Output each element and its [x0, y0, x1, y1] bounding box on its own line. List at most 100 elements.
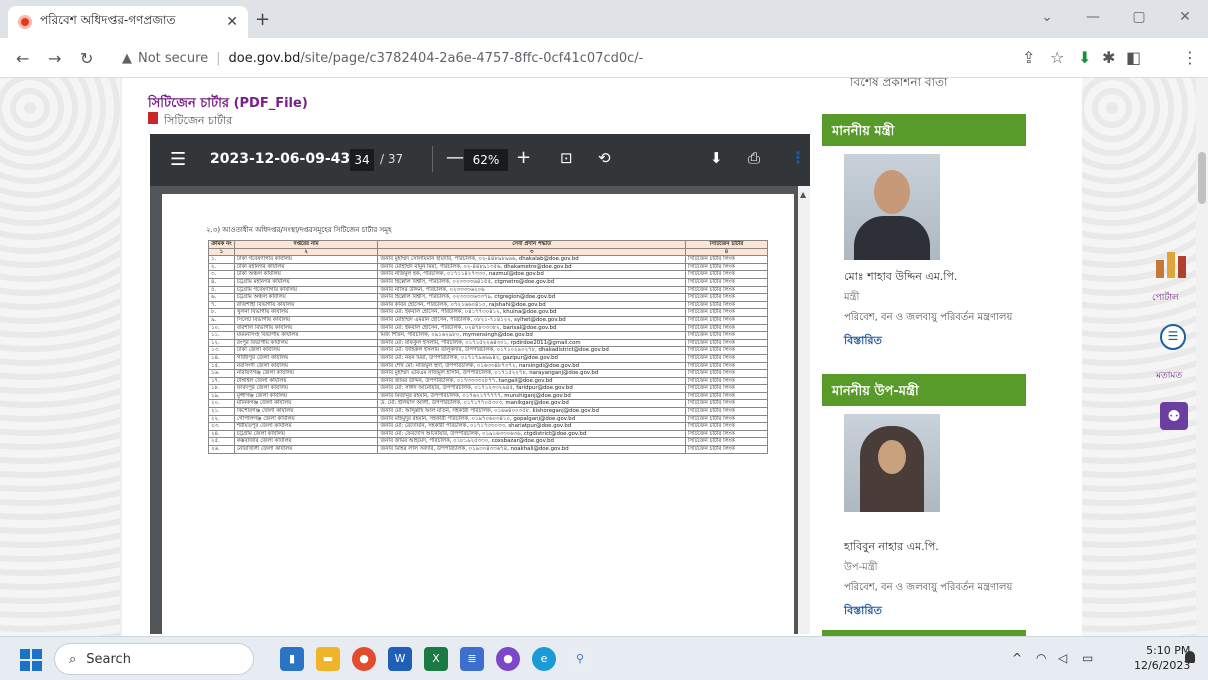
messenger-icon[interactable]: ● — [496, 647, 520, 671]
charter-link[interactable]: সিটিজেন চার্টার লিংক — [684, 270, 769, 279]
row-serial: ১২. — [208, 338, 235, 348]
row-serial: ২০. — [208, 399, 235, 409]
print-icon[interactable]: ⎙ — [748, 149, 760, 167]
bookmark-star-icon[interactable]: ☆ — [1050, 48, 1064, 67]
url-input[interactable]: ▲ Not secure | doe.gov.bd /site/page/c37… — [112, 44, 1012, 72]
charter-link[interactable]: সিটিজেন চার্টার লিংক — [684, 391, 769, 401]
forward-icon[interactable]: → — [48, 49, 61, 68]
chrome-icon[interactable]: ● — [352, 647, 376, 671]
wifi-icon[interactable]: ◠ — [1036, 651, 1046, 665]
portal-chart-icon[interactable] — [1156, 250, 1188, 278]
charter-link[interactable]: সিটিজেন চার্টার লিংক — [684, 277, 769, 287]
service-contact: জনাব হিল্লোল বিশ্বাস, পরিচালক, ০২৩৩৩৩৬৪১… — [377, 277, 686, 287]
maximize-icon[interactable]: ▢ — [1116, 9, 1162, 25]
charter-link[interactable]: সিটিজেন চার্টার লিংক — [684, 376, 769, 386]
tray-overflow-icon[interactable]: ^ — [1012, 651, 1022, 665]
tab-search-icon[interactable]: ⌄ — [1024, 9, 1070, 25]
service-contact: জনাব মোহাম্মদ মামুন মিয়া, পরিচালক, ০২-৪… — [377, 262, 686, 272]
excel-icon[interactable]: X — [424, 647, 448, 671]
table-row: ২২. গোপালগঞ্জ জেলা কার্যালয় জনাব মাহমুদুর… — [208, 414, 769, 424]
charter-link[interactable]: সিটিজেন চার্টার লিংক — [684, 308, 769, 317]
network-app-icon[interactable]: ⚲ — [568, 647, 592, 671]
close-tab-icon[interactable]: ✕ — [226, 14, 238, 30]
word-icon[interactable]: W — [388, 647, 412, 671]
charter-link[interactable]: সিটিজেন চার্টার লিংক — [684, 445, 769, 454]
row-serial: ৬. — [208, 293, 235, 302]
reload-icon[interactable]: ↻ — [80, 49, 93, 68]
table-row: ১৬. নারায়ণগঞ্জ জেলা কার্যালয় জনাব মুহাম্… — [208, 369, 769, 378]
charter-link[interactable]: সিটিজেন চার্টার লিংক — [684, 300, 769, 310]
edge-icon[interactable]: e — [532, 647, 556, 671]
pdf-more-icon[interactable]: ⋮ — [790, 148, 806, 167]
charter-link[interactable]: সিটিজেন চার্টার লিংক — [684, 315, 769, 325]
volume-icon[interactable]: ◁ — [1058, 651, 1067, 665]
zoom-in-icon[interactable]: + — [516, 147, 531, 168]
charter-link[interactable]: সিটিজেন চার্টার লিংক — [684, 293, 769, 302]
share-icon[interactable]: ⇪ — [1022, 48, 1035, 67]
rotate-icon[interactable]: ⟲ — [598, 149, 611, 167]
new-tab-icon[interactable]: + — [255, 9, 270, 30]
browser-menu-icon[interactable]: ⋮ — [1182, 48, 1198, 67]
service-contact: জনাব মো: রেদোয়ান, সহকারী পরিচালক, ০১৭১৭… — [377, 422, 686, 431]
file-explorer-icon[interactable]: ▬ — [316, 647, 340, 671]
charter-link[interactable]: সিটিজেন চার্টার লিংক — [684, 285, 769, 295]
close-window-icon[interactable]: ✕ — [1162, 9, 1208, 25]
page-scrollbar[interactable] — [1196, 78, 1208, 636]
row-serial: ১৩. — [208, 346, 235, 355]
notepad-icon[interactable]: ≣ — [460, 647, 484, 671]
pdf-file-link[interactable]: সিটিজেন চার্টার — [164, 112, 232, 131]
feedback-chat-icon[interactable]: ☰ — [1160, 324, 1186, 350]
battery-icon[interactable]: ▭ — [1082, 651, 1093, 665]
page-number-input[interactable]: 34 — [350, 149, 374, 171]
charter-link[interactable]: সিটিজেন চার্টার লিংক — [684, 361, 769, 371]
charter-link[interactable]: সিটিজেন চার্টার লিংক — [684, 384, 769, 393]
deputy-details-link[interactable]: বিস্তারিত — [844, 602, 882, 621]
browser-tab[interactable]: পরিবেশ অধিদপ্তর-গণপ্রজাত ✕ — [8, 6, 248, 38]
pdf-scrollbar[interactable]: ▲ — [798, 186, 810, 634]
accessibility-icon[interactable]: ⚉ — [1160, 402, 1188, 430]
feedback-label[interactable]: মতামত — [1156, 368, 1182, 383]
pdf-menu-icon[interactable]: ☰ — [170, 149, 186, 170]
office-name: কক্সবাজার জেলা কার্যালয় — [233, 437, 379, 447]
pdf-download-icon[interactable]: ⬇ — [710, 149, 723, 167]
taskbar-search[interactable]: ⌕ Search — [54, 643, 254, 675]
minimize-icon[interactable]: — — [1070, 9, 1116, 25]
charter-link[interactable]: সিটিজেন চার্টার লিংক — [684, 437, 769, 447]
zoom-out-icon[interactable]: — — [446, 147, 464, 168]
charter-link[interactable]: সিটিজেন চার্টার লিংক — [684, 346, 769, 355]
charter-link[interactable]: সিটিজেন চার্টার লিংক — [684, 407, 769, 416]
address-bar: ← → ↻ ▲ Not secure | doe.gov.bd /site/pa… — [0, 38, 1208, 106]
row-serial: ১০. — [208, 323, 235, 333]
windows-start-icon[interactable] — [20, 649, 42, 671]
charter-link[interactable]: সিটিজেন চার্টার লিংক — [684, 255, 769, 264]
download-icon[interactable]: ⬇ — [1078, 48, 1091, 67]
extensions-icon[interactable]: ✱ — [1102, 48, 1115, 67]
portal-label[interactable]: পোর্টাল — [1152, 290, 1179, 305]
taskbar-clock[interactable]: 5:10 PM 12/6/2023 — [1134, 643, 1190, 673]
widgets-icon[interactable]: ▮ — [280, 647, 304, 671]
table-row: ১২. রংপুর বিভাগীয় কার্যালয় জনাব মো: রফিক… — [208, 338, 769, 348]
charter-link[interactable]: সিটিজেন চার্টার লিংক — [684, 414, 769, 424]
zoom-input[interactable]: 62% — [464, 149, 508, 171]
deputy-ministry: পরিবেশ, বন ও জলবায়ু পরিবর্তন মন্ত্রণালয… — [844, 582, 1013, 593]
back-icon[interactable]: ← — [16, 49, 29, 68]
charter-link[interactable]: সিটিজেন চার্টার লিংক — [684, 338, 769, 348]
charter-link[interactable]: সিটিজেন চার্টার লিংক — [684, 399, 769, 409]
scroll-up-icon[interactable]: ▲ — [800, 190, 806, 199]
charter-link[interactable]: সিটিজেন চার্টার লিংক — [684, 422, 769, 431]
charter-link[interactable]: সিটিজেন চার্টার লিংক — [684, 369, 769, 378]
table-row: ২. ঢাকা মহানগর কার্যালয় জনাব মোহাম্মদ মাম… — [208, 262, 769, 272]
charter-link[interactable]: সিটিজেন চার্টার লিংক — [684, 323, 769, 333]
charter-link[interactable]: সিটিজেন চার্টার লিংক — [684, 331, 769, 340]
notification-bell-icon[interactable] — [1185, 651, 1195, 663]
office-name: চট্টগ্রাম জেলা কার্যালয় — [233, 429, 379, 439]
minister-details-link[interactable]: বিস্তারিত — [844, 332, 882, 351]
charter-link[interactable]: সিটিজেন চার্টার লিংক — [684, 353, 769, 363]
charter-link[interactable]: সিটিজেন চার্টার লিংক — [684, 262, 769, 272]
charter-link[interactable]: সিটিজেন চার্টার লিংক — [684, 429, 769, 439]
sidepanel-icon[interactable]: ◧ — [1126, 48, 1141, 67]
office-name: খুলনা বিভাগীয় কার্যালয় — [233, 308, 379, 317]
page-scroll-thumb[interactable] — [1198, 152, 1206, 204]
office-name: রংপুর বিভাগীয় কার্যালয় — [233, 338, 379, 348]
fit-page-icon[interactable]: ⊡ — [560, 149, 573, 167]
